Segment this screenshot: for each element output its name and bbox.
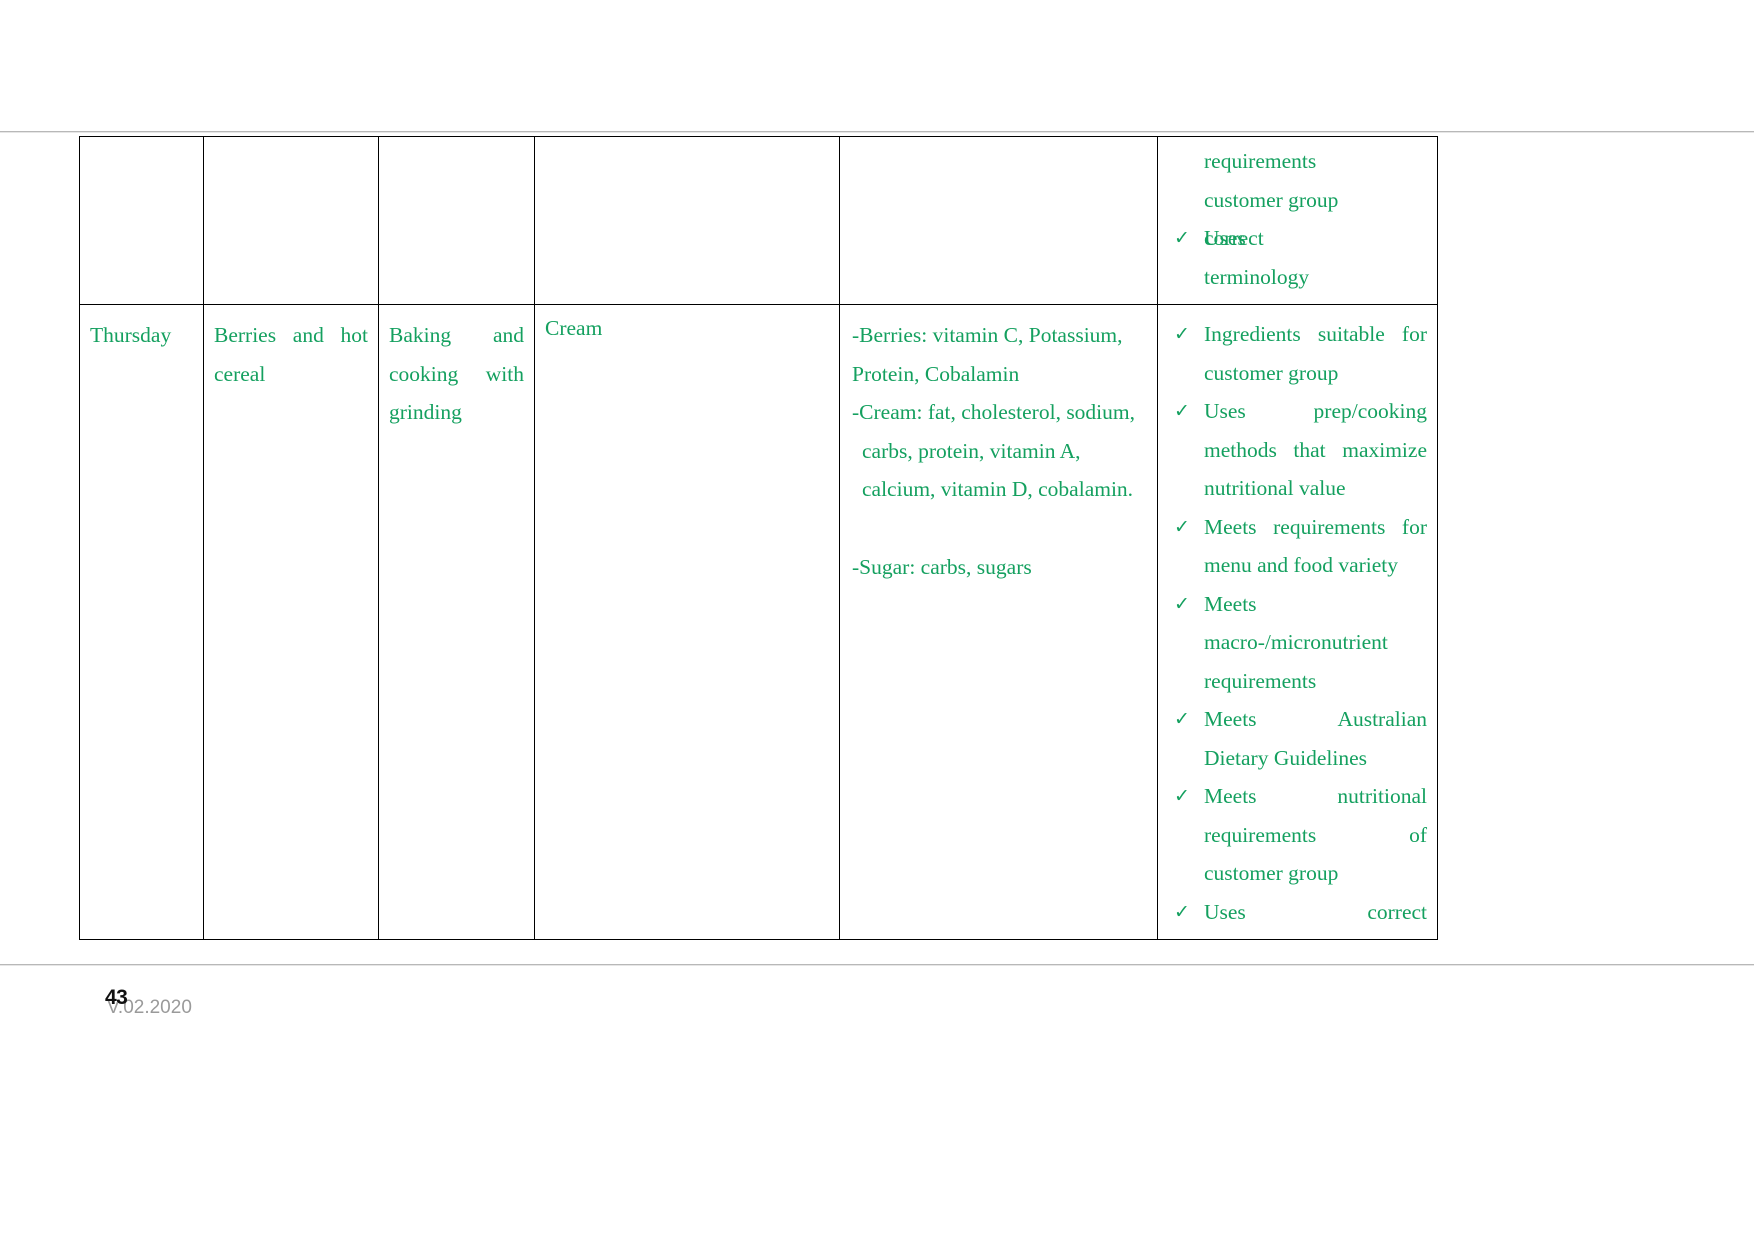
cell-ingredient-continuation xyxy=(534,136,840,305)
table-row: requirements customer group ✓ Uses corre… xyxy=(79,136,1438,305)
list-item: ✓ Uses correct xyxy=(1168,893,1427,932)
nutrition-spacer xyxy=(852,509,1145,548)
cell-method-continuation xyxy=(378,136,535,305)
nutrition-line: -Cream: fat, cholesterol, sodium, xyxy=(852,400,1136,424)
cell-method-thursday: Baking and cooking with grinding xyxy=(378,304,535,940)
checklist-item-word: Uses xyxy=(1204,399,1246,423)
checklist-item-word: correct xyxy=(1367,899,1427,924)
cell-dish-continuation xyxy=(203,136,379,305)
checklist-item-line: Meets requirements for xyxy=(1204,514,1427,539)
cell-day-thursday: Thursday xyxy=(79,304,204,940)
check-icon: ✓ xyxy=(1174,323,1190,345)
page-footer: V.02.2020 43 xyxy=(0,985,1754,1045)
cell-ingredient-thursday: Cream xyxy=(534,304,840,940)
checklist-item-word: requirements xyxy=(1204,822,1317,847)
check-icon: ✓ xyxy=(1174,227,1190,249)
check-icon: ✓ xyxy=(1174,592,1190,615)
meal-plan-table: requirements customer group ✓ Uses corre… xyxy=(79,136,1438,940)
method-word-3: cooking xyxy=(389,361,459,386)
cell-nutrition-thursday: -Berries: vitamin C, Potassium, Protein,… xyxy=(839,304,1158,940)
list-item: ✓ Meets Australian Dietary Guidelines xyxy=(1168,700,1427,777)
checklist-item-line: Dietary Guidelines xyxy=(1204,745,1367,770)
checklist-item-line: customer group xyxy=(1204,360,1339,385)
list-item: ✓ Ingredients suitable for customer grou… xyxy=(1168,315,1427,392)
page-bottom-rule xyxy=(0,964,1754,966)
checklist-continuation-line-2: customer group xyxy=(1204,187,1339,212)
checklist-item-word: prep/cooking xyxy=(1313,399,1427,423)
checklist-item-word: Meets xyxy=(1204,784,1257,808)
nutrition-line: Protein, Cobalamin xyxy=(852,361,1020,386)
dish-line-1: Berries and hot xyxy=(214,323,368,347)
assessment-checklist: ✓ Ingredients suitable for customer grou… xyxy=(1168,315,1427,931)
check-icon: ✓ xyxy=(1174,515,1190,538)
cell-day-continuation xyxy=(79,136,204,305)
checklist-item-line: customer group xyxy=(1204,861,1339,885)
list-item: ✓ Meets macro-/micronutrient requirement… xyxy=(1168,585,1427,701)
method-word-1: Baking xyxy=(389,323,452,347)
dish-line-2: cereal xyxy=(214,361,266,386)
checklist-item-line: macro-/micronutrient xyxy=(1204,630,1388,654)
footer-page-number: 43 xyxy=(105,986,128,1009)
check-icon: ✓ xyxy=(1174,785,1190,807)
list-item: ✓ Meets requirements for menu and food v… xyxy=(1168,508,1427,585)
cell-checklist-thursday: ✓ Ingredients suitable for customer grou… xyxy=(1157,304,1438,940)
day-label: Thursday xyxy=(90,323,172,347)
checklist-item-line: requirements xyxy=(1204,668,1317,693)
assessment-checklist-continuation: ✓ Uses correct terminology xyxy=(1168,219,1427,296)
checklist-item-word: Meets xyxy=(1204,707,1257,731)
checklist-item-line: menu and food variety xyxy=(1204,553,1399,577)
checklist-item-word: nutritional xyxy=(1337,784,1427,808)
check-icon: ✓ xyxy=(1174,400,1190,422)
method-word-4: with xyxy=(485,361,524,386)
list-item: ✓ Uses prep/cooking methods that maximiz… xyxy=(1168,392,1427,508)
check-icon: ✓ xyxy=(1174,900,1190,923)
checklist-item-line: nutritional value xyxy=(1204,476,1346,500)
ingredient-label: Cream xyxy=(545,316,603,340)
cell-checklist-continuation: requirements customer group ✓ Uses corre… xyxy=(1157,136,1438,305)
checklist-item-word: Uses xyxy=(1204,899,1246,924)
list-item: ✓ Uses correct terminology xyxy=(1168,219,1427,296)
checklist-item-line: methods that maximize xyxy=(1204,437,1427,462)
cell-dish-thursday: Berries and hot cereal xyxy=(203,304,379,940)
checklist-item-line-right: correct xyxy=(1204,226,1264,250)
table-row: Thursday Berries and hot cereal Baking a… xyxy=(79,304,1438,940)
cell-nutrition-continuation xyxy=(839,136,1158,305)
nutrition-line: -Berries: vitamin C, Potassium, xyxy=(852,323,1123,347)
check-icon: ✓ xyxy=(1174,708,1190,730)
nutrition-line: carbs, protein, vitamin A, xyxy=(862,438,1081,463)
method-word-5: grinding xyxy=(389,400,462,424)
checklist-continuation-line-1: requirements xyxy=(1204,149,1317,173)
checklist-item-wrap: terminology xyxy=(1204,264,1310,289)
list-item: ✓ Meets nutritional requirements of cust… xyxy=(1168,777,1427,893)
checklist-item-word: of xyxy=(1409,822,1427,847)
checklist-item-word: Australian xyxy=(1337,707,1427,731)
checklist-item-line: Meets xyxy=(1204,591,1257,616)
method-word-2: and xyxy=(492,323,524,347)
page-top-rule xyxy=(0,131,1754,133)
nutrition-line: -Sugar: carbs, sugars xyxy=(852,554,1032,579)
checklist-item-line: Ingredients suitable for xyxy=(1204,322,1427,346)
nutrition-line: calcium, vitamin D, cobalamin. xyxy=(862,477,1134,501)
